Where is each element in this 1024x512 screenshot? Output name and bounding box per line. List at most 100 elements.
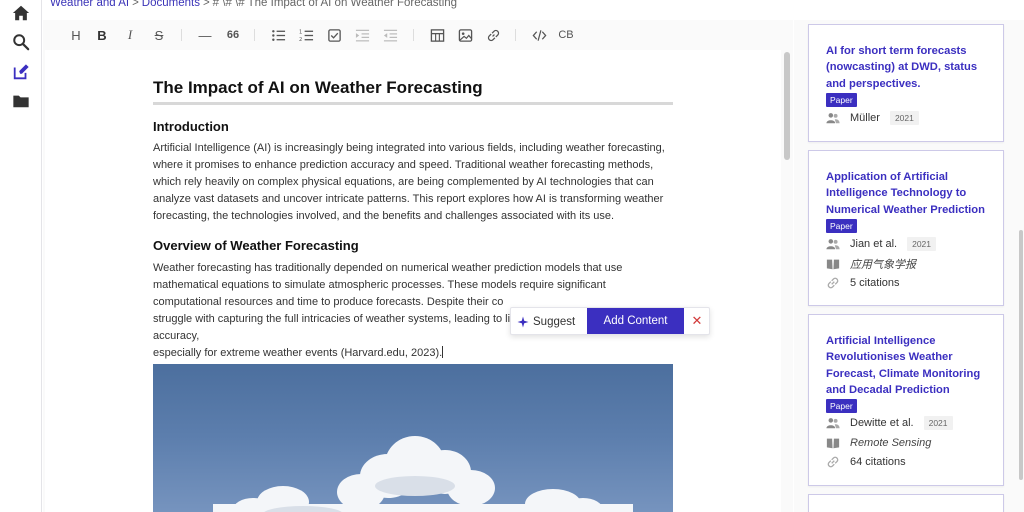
indent-button[interactable] bbox=[353, 26, 371, 44]
blockquote-button[interactable]: 66 bbox=[224, 26, 242, 44]
paragraph-line: Weather forecasting has traditionally de… bbox=[153, 262, 623, 274]
breadcrumb-current: # \# \# The Impact of AI on Weather Fore… bbox=[212, 0, 458, 9]
breadcrumb: Weather and AI > Documents > # \# \# The Imp… bbox=[50, 0, 457, 9]
reference-authors: Dewitte et al. bbox=[850, 417, 914, 429]
toolbar-divider bbox=[181, 29, 182, 41]
add-content-button[interactable]: Add Content bbox=[587, 308, 684, 334]
code-icon bbox=[532, 29, 546, 41]
folder-icon bbox=[13, 95, 29, 108]
link-icon bbox=[827, 277, 839, 289]
suggest-button[interactable]: Suggest bbox=[517, 312, 575, 332]
search-button[interactable] bbox=[11, 32, 31, 52]
italic-button[interactable]: I bbox=[121, 26, 139, 44]
paragraph-line: especially for extreme weather events (H… bbox=[153, 345, 665, 362]
reference-citations: 5 citations bbox=[850, 277, 900, 289]
cloud-illustration bbox=[213, 436, 633, 512]
reference-title[interactable]: AI for short term forecasts (nowcasting)… bbox=[826, 43, 996, 92]
bold-button[interactable]: B bbox=[93, 26, 111, 44]
reference-title[interactable]: Application of Artificial Intelligence T… bbox=[826, 169, 996, 218]
folder-button[interactable] bbox=[11, 91, 31, 111]
reference-authors: Müller bbox=[850, 112, 880, 124]
authors-icon bbox=[826, 239, 840, 250]
reference-citations-row: 64 citations bbox=[826, 455, 906, 469]
reference-authors-row: Müller 2021 bbox=[826, 111, 919, 125]
bullet-list-button[interactable] bbox=[269, 26, 287, 44]
edit-icon bbox=[13, 64, 29, 80]
svg-text:1: 1 bbox=[299, 29, 302, 35]
authors-icon bbox=[826, 418, 840, 429]
link-icon bbox=[487, 29, 499, 41]
section-heading-introduction[interactable]: Introduction bbox=[153, 119, 229, 134]
indent-icon bbox=[355, 29, 369, 41]
reference-venue-row: 应用气象学报 bbox=[826, 257, 916, 271]
reference-card[interactable]: Artificial Intelligence Revolutionises W… bbox=[808, 314, 1004, 486]
editor-scrollbar-thumb[interactable] bbox=[784, 52, 790, 160]
breadcrumb-documents[interactable]: Documents bbox=[142, 0, 200, 9]
cloud-image[interactable] bbox=[153, 364, 673, 512]
reference-citations: 64 citations bbox=[850, 456, 906, 468]
toolbar-divider bbox=[254, 29, 255, 41]
outdent-icon bbox=[383, 29, 397, 41]
formatting-toolbar: H B I S — 66 12 CB bbox=[43, 20, 793, 50]
left-rail bbox=[0, 0, 42, 512]
reference-year: 2021 bbox=[907, 237, 937, 251]
title-underline bbox=[153, 102, 673, 105]
book-icon bbox=[826, 259, 840, 270]
section-heading-overview[interactable]: Overview of Weather Forecasting bbox=[153, 238, 359, 253]
reference-citations-row: 5 citations bbox=[826, 276, 900, 290]
heading-button[interactable]: H bbox=[67, 26, 85, 44]
svg-text:2: 2 bbox=[299, 37, 302, 43]
ai-suggest-toolbar: Suggest Add Content ✕ bbox=[510, 307, 710, 335]
reference-card[interactable]: AI for short term forecasts (nowcasting)… bbox=[808, 24, 1004, 142]
paragraph-introduction[interactable]: Artificial Intelligence (AI) is increasi… bbox=[153, 140, 665, 225]
reference-title[interactable]: Artificial Intelligence Revolutionises W… bbox=[826, 333, 996, 398]
book-icon bbox=[826, 438, 840, 449]
reference-year: 2021 bbox=[889, 111, 919, 125]
paper-badge: Paper bbox=[826, 219, 857, 233]
paper-badge: Paper bbox=[826, 93, 857, 107]
insert-table-button[interactable] bbox=[428, 26, 446, 44]
horizontal-rule-button[interactable]: — bbox=[196, 26, 214, 44]
checkbox-icon bbox=[327, 28, 341, 42]
bullet-list-icon bbox=[271, 29, 285, 41]
toolbar-divider bbox=[413, 29, 414, 41]
breadcrumb-separator: > bbox=[202, 0, 210, 9]
search-icon bbox=[13, 34, 30, 51]
task-list-button[interactable] bbox=[325, 26, 343, 44]
reference-venue: 应用气象学报 bbox=[850, 259, 916, 271]
reference-venue: Remote Sensing bbox=[850, 437, 932, 449]
insert-link-button[interactable] bbox=[484, 26, 502, 44]
editor-button[interactable] bbox=[11, 62, 31, 82]
reference-authors-row: Jian et al. 2021 bbox=[826, 237, 937, 251]
editor-pane: H B I S — 66 12 CB The Impact of AI on W… bbox=[43, 20, 793, 512]
inline-code-button[interactable] bbox=[530, 26, 548, 44]
ordered-list-icon: 12 bbox=[299, 29, 313, 43]
strikethrough-button[interactable]: S bbox=[150, 26, 168, 44]
table-icon bbox=[430, 28, 444, 42]
text-cursor bbox=[442, 346, 444, 358]
paper-badge: Paper bbox=[826, 399, 857, 413]
reference-authors: Jian et al. bbox=[850, 238, 898, 250]
breadcrumb-weather-and-ai[interactable]: Weather and AI bbox=[50, 0, 129, 9]
paragraph-line-text: especially for extreme weather events (H… bbox=[153, 347, 443, 359]
home-icon bbox=[12, 5, 30, 21]
reference-card[interactable]: Application of Artificial Intelligence T… bbox=[808, 150, 1004, 306]
ordered-list-button[interactable]: 12 bbox=[297, 26, 315, 44]
home-button[interactable] bbox=[11, 3, 31, 23]
breadcrumb-separator: > bbox=[132, 0, 139, 9]
paragraph-line: mathematical equations to simulate atmos… bbox=[153, 279, 606, 291]
panel-scrollbar-thumb[interactable] bbox=[1019, 230, 1023, 480]
reference-card[interactable] bbox=[808, 494, 1004, 512]
close-ai-toolbar-button[interactable]: ✕ bbox=[688, 312, 706, 330]
link-icon bbox=[827, 456, 839, 468]
sparkle-icon bbox=[517, 316, 529, 328]
document-canvas[interactable]: The Impact of AI on Weather Forecasting … bbox=[45, 50, 781, 512]
outdent-button[interactable] bbox=[381, 26, 399, 44]
authors-icon bbox=[826, 113, 840, 124]
code-block-button[interactable]: CB bbox=[557, 26, 575, 44]
toolbar-divider bbox=[515, 29, 516, 41]
insert-image-button[interactable] bbox=[456, 26, 474, 44]
document-title[interactable]: The Impact of AI on Weather Forecasting bbox=[153, 78, 673, 98]
image-icon bbox=[458, 28, 472, 42]
reference-year: 2021 bbox=[923, 416, 953, 430]
